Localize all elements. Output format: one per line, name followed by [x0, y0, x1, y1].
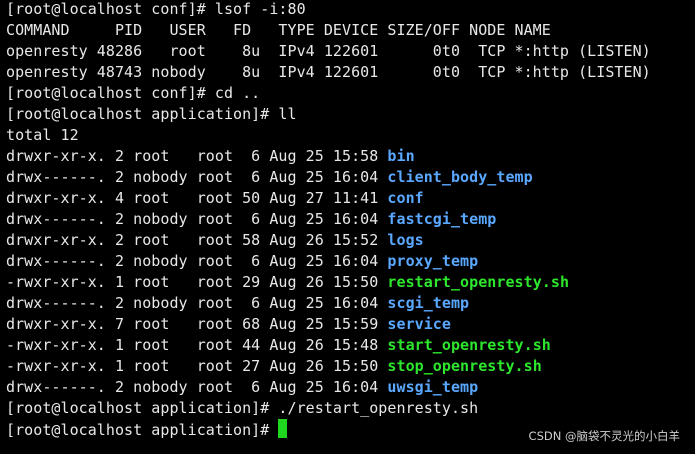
directory-name: logs [387, 231, 424, 249]
listing-row-info: drwxr-xr-x. 2 root root 58 Aug 26 15:52 [6, 231, 388, 249]
listing-total: total 12 [6, 126, 79, 144]
command-line-restart: [root@localhost application]# ./restart_… [6, 399, 479, 417]
listing-row-info: -rwxr-xr-x. 1 root root 44 Aug 26 15:48 [6, 336, 388, 354]
executable-name: stop_openresty.sh [387, 357, 542, 375]
listing-row-info: drwxr-xr-x. 4 root root 50 Aug 27 11:41 [6, 189, 388, 207]
listing-row-info: drwx------. 2 nobody root 6 Aug 25 16:04 [6, 252, 388, 270]
listing-row: drwx------. 2 nobody root 6 Aug 25 16:04… [6, 377, 695, 398]
directory-name: proxy_temp [387, 252, 479, 270]
directory-name: scgi_temp [387, 294, 470, 312]
listing-row: drwx------. 2 nobody root 6 Aug 25 16:04… [6, 209, 695, 230]
listing-row: -rwxr-xr-x. 1 root root 27 Aug 26 15:50 … [6, 356, 695, 377]
listing-row-info: drwx------. 2 nobody root 6 Aug 25 16:04 [6, 210, 388, 228]
prompt-text: [root@localhost application]# [6, 421, 279, 439]
listing-row: drwxr-xr-x. 2 root root 58 Aug 26 15:52 … [6, 230, 695, 251]
listing-row: drwxr-xr-x. 4 root root 50 Aug 27 11:41 … [6, 188, 695, 209]
directory-name: bin [387, 147, 415, 165]
listing-row-info: -rwxr-xr-x. 1 root root 27 Aug 26 15:50 [6, 357, 388, 375]
command-line-ll: [root@localhost application]# ll [6, 105, 297, 123]
listing-row-info: -rwxr-xr-x. 1 root root 29 Aug 26 15:50 [6, 273, 388, 291]
listing-row-info: drwx------. 2 nobody root 6 Aug 25 16:04 [6, 168, 388, 186]
lsof-header-row: COMMAND PID USER FD TYPE DEVICE SIZE/OFF… [6, 21, 551, 39]
executable-name: restart_openresty.sh [387, 273, 570, 291]
listing-row: -rwxr-xr-x. 1 root root 29 Aug 26 15:50 … [6, 272, 695, 293]
command-line-lsof: [root@localhost conf]# lsof -i:80 [6, 0, 306, 18]
directory-name: service [387, 315, 451, 333]
listing-row: drwxr-xr-x. 7 root root 68 Aug 25 15:59 … [6, 314, 695, 335]
listing-row-info: drwx------. 2 nobody root 6 Aug 25 16:04 [6, 378, 388, 396]
executable-name: start_openresty.sh [387, 336, 551, 354]
directory-name: client_body_temp [387, 168, 533, 186]
listing-row: drwx------. 2 nobody root 6 Aug 25 16:04… [6, 167, 695, 188]
command-line-cd: [root@localhost conf]# cd .. [6, 84, 261, 102]
listing-row: drwxr-xr-x. 2 root root 6 Aug 25 15:58 b… [6, 146, 695, 167]
directory-name: conf [387, 189, 424, 207]
listing-row: drwx------. 2 nobody root 6 Aug 25 16:04… [6, 293, 695, 314]
lsof-row: openresty 48743 nobody 8u IPv4 122601 0t… [6, 63, 651, 81]
listing-row: -rwxr-xr-x. 1 root root 44 Aug 26 15:48 … [6, 335, 695, 356]
listing-row-info: drwx------. 2 nobody root 6 Aug 25 16:04 [6, 294, 388, 312]
terminal-window[interactable]: [root@localhost conf]# lsof -i:80 COMMAN… [0, 0, 695, 454]
listing-row: drwx------. 2 nobody root 6 Aug 25 16:04… [6, 251, 695, 272]
text-cursor [278, 419, 288, 438]
directory-name: fastcgi_temp [387, 210, 497, 228]
watermark-text: CSDN @脑袋不灵光的小白羊 [528, 429, 680, 443]
listing-row-info: drwxr-xr-x. 2 root root 6 Aug 25 15:58 [6, 147, 388, 165]
lsof-row: openresty 48286 root 8u IPv4 122601 0t0 … [6, 42, 651, 60]
listing-row-info: drwxr-xr-x. 7 root root 68 Aug 25 15:59 [6, 315, 388, 333]
directory-name: uwsgi_temp [387, 378, 479, 396]
